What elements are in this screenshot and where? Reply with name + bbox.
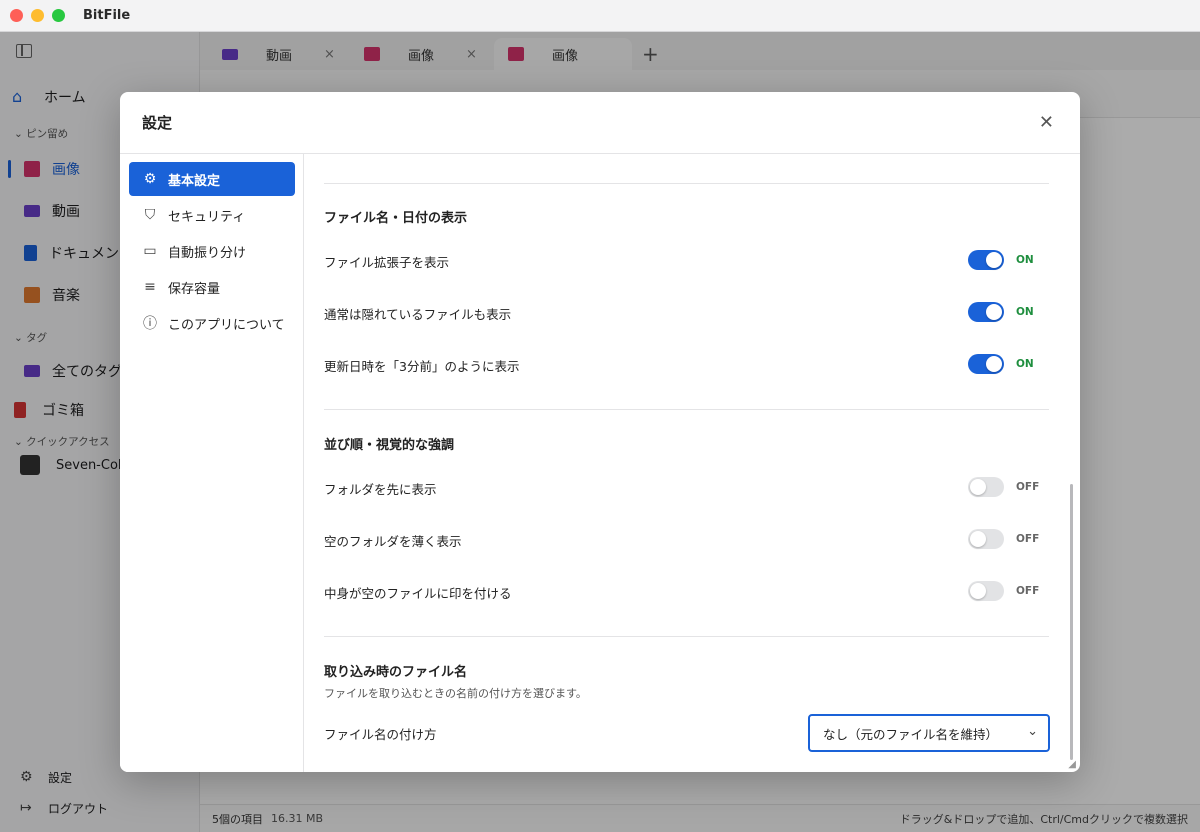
nav-label: 自動振り分け (168, 245, 247, 261)
setting-label-show-hidden: 通常は隠れているファイルも表示 (324, 307, 512, 322)
toggle-folders-first[interactable] (968, 477, 1004, 497)
section-title-sort-emphasis: 並び順・視覚的な強調 (324, 438, 455, 453)
section-divider (324, 636, 1049, 637)
minimize-window-button[interactable] (31, 9, 44, 22)
close-window-button[interactable] (10, 9, 23, 22)
toggle-state-label: ON (1016, 254, 1034, 266)
nav-about[interactable]: ⓘ このアプリについて (129, 306, 295, 340)
settings-content: ファイル名・日付の表示 ファイル拡張子を表示 ON 通常は隠れているファイルも表… (304, 154, 1080, 772)
select-value: なし（元のファイル名を維持） (823, 726, 999, 742)
dialog-header: 設定 ✕ (120, 92, 1080, 154)
setting-label-dim-empty-folders: 空のフォルダを薄く表示 (324, 534, 462, 549)
section-title-import-filename: 取り込み時のファイル名 (324, 665, 468, 680)
folder-icon: ▭ (143, 243, 157, 259)
nav-label: 基本設定 (168, 173, 221, 189)
section-title-filename-date: ファイル名・日付の表示 (324, 211, 468, 226)
nav-security[interactable]: ⛉ セキュリティ (129, 198, 295, 232)
zoom-window-button[interactable] (52, 9, 65, 22)
nav-general[interactable]: ⚙ 基本設定 (129, 162, 295, 196)
content-scrollbar[interactable] (1070, 484, 1073, 760)
toggle-relative-time[interactable] (968, 354, 1004, 374)
toggle-show-extension[interactable] (968, 250, 1004, 270)
toggle-state-label: OFF (1016, 481, 1040, 493)
toggle-state-label: OFF (1016, 533, 1040, 545)
toggle-dim-empty-folders[interactable] (968, 529, 1004, 549)
app-title: BitFile (83, 8, 131, 23)
naming-method-select[interactable]: なし（元のファイル名を維持） ⌄ (808, 714, 1050, 752)
close-icon[interactable]: ✕ (1039, 114, 1054, 132)
section-divider (324, 183, 1049, 184)
window-controls (10, 9, 65, 22)
title-bar: BitFile (0, 0, 1200, 32)
setting-label-relative-time: 更新日時を「3分前」のように表示 (324, 359, 520, 374)
section-description: ファイルを取り込むときの名前の付け方を選びます。 (324, 687, 587, 700)
toggle-state-label: ON (1016, 358, 1034, 370)
resize-handle-icon[interactable]: ◢ (1068, 759, 1076, 770)
nav-label: 保存容量 (168, 281, 221, 297)
nav-storage[interactable]: ≡ 保存容量 (129, 270, 295, 304)
settings-dialog: 設定 ✕ ⚙ 基本設定 ⛉ セキュリティ ▭ 自動振り分け ≡ 保存容量 ⓘ こ… (120, 92, 1080, 772)
setting-label-folders-first: フォルダを先に表示 (324, 482, 437, 497)
info-icon: ⓘ (143, 316, 157, 332)
gear-icon: ⚙ (143, 171, 157, 187)
section-divider (324, 409, 1049, 410)
toggle-state-label: OFF (1016, 585, 1040, 597)
setting-label-mark-empty-files: 中身が空のファイルに印を付ける (324, 586, 512, 601)
database-icon: ≡ (144, 279, 156, 295)
setting-label-naming-method: ファイル名の付け方 (324, 727, 437, 742)
nav-label: セキュリティ (168, 209, 246, 225)
settings-nav: ⚙ 基本設定 ⛉ セキュリティ ▭ 自動振り分け ≡ 保存容量 ⓘ このアプリに… (120, 154, 304, 772)
setting-label-show-extension: ファイル拡張子を表示 (324, 255, 450, 270)
nav-label: このアプリについて (168, 317, 285, 333)
nav-auto-sort[interactable]: ▭ 自動振り分け (129, 234, 295, 268)
toggle-show-hidden[interactable] (968, 302, 1004, 322)
dialog-title: 設定 (142, 114, 173, 132)
shield-icon: ⛉ (144, 207, 156, 223)
toggle-mark-empty-files[interactable] (968, 581, 1004, 601)
toggle-state-label: ON (1016, 306, 1034, 318)
chevron-down-icon: ⌄ (1027, 724, 1038, 739)
